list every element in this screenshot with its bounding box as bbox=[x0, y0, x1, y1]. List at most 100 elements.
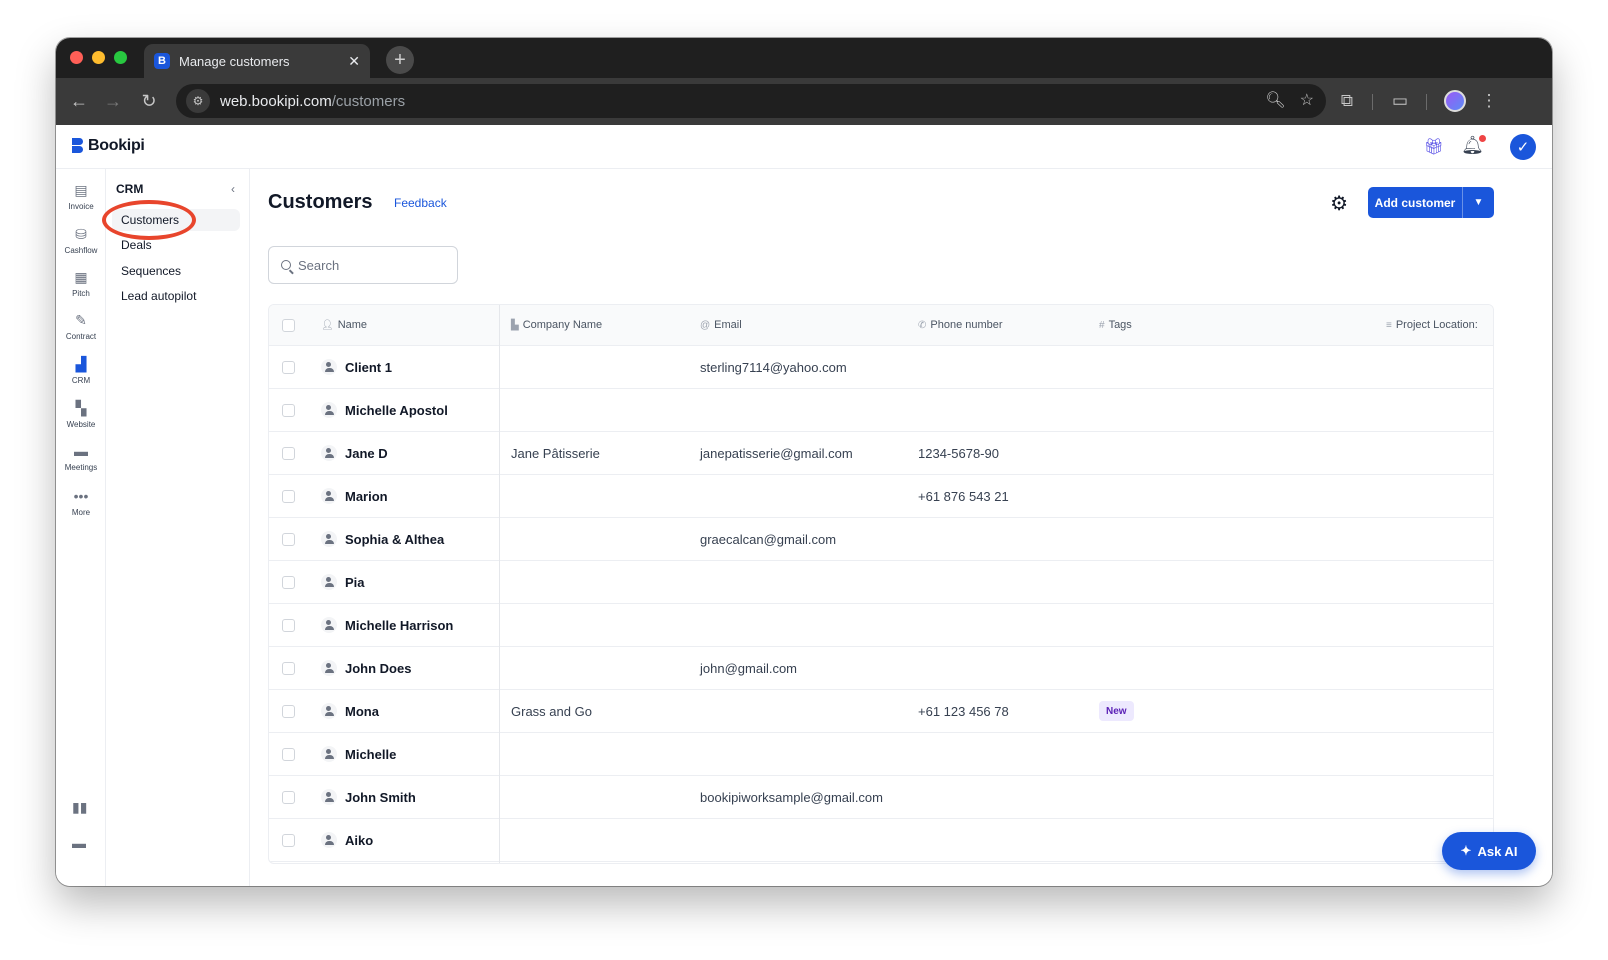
table-row[interactable]: Michelle bbox=[269, 733, 1493, 776]
collapse-chevron-left-icon[interactable]: ‹ bbox=[224, 180, 242, 198]
column-header-email[interactable]: @ Email bbox=[700, 319, 742, 331]
minimize-window-button[interactable] bbox=[92, 51, 105, 64]
row-checkbox[interactable] bbox=[282, 748, 295, 761]
gift-icon[interactable]: 🎁︎ bbox=[1424, 137, 1444, 157]
subnav-item-sequences[interactable]: Sequences bbox=[112, 260, 240, 282]
ask-ai-button[interactable]: ✦ Ask AI bbox=[1442, 832, 1536, 870]
new-tab-button[interactable]: + bbox=[386, 46, 414, 74]
table-row[interactable]: Aiko bbox=[269, 819, 1493, 862]
row-checkbox[interactable] bbox=[282, 834, 295, 847]
bookipi-favicon-icon: B bbox=[154, 53, 170, 69]
row-checkbox[interactable] bbox=[282, 361, 295, 374]
subnav-item-customers[interactable]: Customers bbox=[112, 209, 240, 231]
email: graecalcan@gmail.com bbox=[700, 532, 837, 547]
row-checkbox[interactable] bbox=[282, 619, 295, 632]
add-customer-label: Add customer bbox=[1374, 195, 1456, 210]
chevron-down-icon[interactable]: ▼ bbox=[1463, 197, 1494, 208]
sticky-column-divider[interactable] bbox=[499, 305, 500, 863]
table-row[interactable]: Pia bbox=[269, 561, 1493, 604]
reading-mode-icon[interactable]: ▭ bbox=[1389, 90, 1411, 112]
subnav-item-deals[interactable]: Deals bbox=[112, 234, 240, 256]
table-row[interactable]: Mona Grass and Go +61 123 456 78 New bbox=[269, 690, 1493, 733]
column-label: Name bbox=[337, 319, 368, 331]
rail-item-pitch[interactable]: ▦ Pitch bbox=[56, 268, 106, 299]
customer-name[interactable]: Michelle Apostol bbox=[345, 403, 448, 418]
rail-label: Invoice bbox=[68, 202, 94, 211]
customer-name[interactable]: Marion bbox=[345, 489, 388, 504]
table-row[interactable]: Jane D Jane Pâtisserie janepatisserie@gm… bbox=[269, 432, 1493, 475]
table-row[interactable]: John Smith bookipiworksample@gmail.com bbox=[269, 776, 1493, 819]
customer-name[interactable]: Sophia & Althea bbox=[345, 532, 444, 547]
browser-tab[interactable]: B Manage customers ✕ bbox=[144, 44, 370, 78]
rail-label: Website bbox=[66, 420, 96, 429]
rail-item-invoice[interactable]: ▤ Invoice bbox=[56, 181, 106, 212]
rail-item-contract[interactable]: ✎ Contract bbox=[56, 311, 106, 342]
browser-menu-icon[interactable]: ⋮ bbox=[1478, 90, 1500, 112]
column-header-company[interactable]: ▙ Company Name bbox=[511, 319, 602, 331]
table-row[interactable]: Michelle Apostol bbox=[269, 389, 1493, 432]
feedback-link[interactable]: Feedback bbox=[394, 196, 447, 210]
person-icon bbox=[321, 574, 337, 590]
person-icon bbox=[321, 488, 337, 504]
tag-badge[interactable]: New bbox=[1099, 701, 1134, 721]
reports-icon[interactable]: ▮▮ bbox=[72, 799, 87, 816]
tab-close-icon[interactable]: ✕ bbox=[348, 53, 360, 70]
column-header-name[interactable]: 👤︎ Name bbox=[321, 319, 367, 331]
profile-avatar-icon[interactable] bbox=[1444, 90, 1466, 112]
table-row[interactable]: Sophia & Althea graecalcan@gmail.com bbox=[269, 518, 1493, 561]
customer-name[interactable]: Michelle Harrison bbox=[345, 618, 453, 633]
customer-name[interactable]: John Smith bbox=[345, 790, 416, 805]
row-checkbox[interactable] bbox=[282, 533, 295, 546]
row-checkbox[interactable] bbox=[282, 490, 295, 503]
row-checkbox[interactable] bbox=[282, 576, 295, 589]
back-arrow-icon[interactable]: ← bbox=[68, 90, 90, 112]
row-checkbox[interactable] bbox=[282, 447, 295, 460]
column-header-phone[interactable]: ✆ Phone number bbox=[918, 319, 1003, 331]
app-root: Bookipi 🎁︎ 🔔︎ ✓ ▤ Invoice ⛁ Cashflow ▦ P… bbox=[56, 125, 1552, 886]
rail-item-more[interactable]: ••• More bbox=[56, 487, 106, 517]
column-header-project-location[interactable]: ≡ Project Location: bbox=[1386, 319, 1478, 331]
select-all-checkbox[interactable] bbox=[282, 319, 295, 332]
gear-icon[interactable]: ⚙ bbox=[1330, 191, 1348, 216]
customer-name[interactable]: Client 1 bbox=[345, 360, 392, 375]
row-checkbox[interactable] bbox=[282, 791, 295, 804]
customer-name[interactable]: Pia bbox=[345, 575, 365, 590]
rail-item-cashflow[interactable]: ⛁ Cashflow bbox=[56, 225, 106, 256]
close-window-button[interactable] bbox=[70, 51, 83, 64]
customer-name[interactable]: Michelle bbox=[345, 747, 396, 762]
phone: +61 876 543 21 bbox=[918, 489, 1009, 504]
customer-name[interactable]: John Does bbox=[345, 661, 411, 676]
email: sterling7114@yahoo.com bbox=[700, 360, 847, 375]
user-avatar[interactable]: ✓ bbox=[1510, 134, 1536, 160]
rail-item-meetings[interactable]: ▬ Meetings bbox=[56, 442, 106, 472]
customer-name[interactable]: Jane D bbox=[345, 446, 388, 461]
row-checkbox[interactable] bbox=[282, 705, 295, 718]
bookmark-star-icon[interactable]: ☆ bbox=[1300, 90, 1314, 110]
site-info-icon[interactable]: ⚙ bbox=[186, 89, 210, 113]
row-checkbox[interactable] bbox=[282, 404, 295, 417]
search-box[interactable] bbox=[268, 246, 458, 284]
extensions-icon[interactable]: ⧉ bbox=[1336, 90, 1358, 112]
table-row[interactable]: Marion +61 876 543 21 bbox=[269, 475, 1493, 518]
search-input[interactable] bbox=[298, 257, 438, 273]
rail-item-website[interactable]: ▚ Website bbox=[56, 399, 106, 430]
customer-name[interactable]: Mona bbox=[345, 704, 379, 719]
table-row[interactable]: Michelle Harrison bbox=[269, 604, 1493, 647]
zoom-icon[interactable]: 🔍︎ bbox=[1265, 90, 1285, 110]
rail-item-crm[interactable]: ▟ CRM bbox=[56, 355, 106, 386]
forward-arrow-icon[interactable]: → bbox=[102, 90, 124, 112]
add-customer-button[interactable]: Add customer ▼ bbox=[1368, 187, 1494, 218]
ask-ai-label: Ask AI bbox=[1477, 843, 1518, 859]
subnav-item-lead-autopilot[interactable]: Lead autopilot bbox=[112, 285, 240, 307]
customer-name[interactable]: Aiko bbox=[345, 833, 373, 848]
maximize-window-button[interactable] bbox=[114, 51, 127, 64]
address-bar[interactable]: ⚙ web.bookipi.com/customers 🔍︎ ☆ bbox=[176, 84, 1326, 118]
reload-icon[interactable]: ↻ bbox=[138, 90, 160, 112]
table-row[interactable]: Client 1 sterling7114@yahoo.com bbox=[269, 346, 1493, 389]
bookipi-logo[interactable]: Bookipi bbox=[72, 137, 145, 155]
row-checkbox[interactable] bbox=[282, 662, 295, 675]
column-header-tags[interactable]: # Tags bbox=[1099, 319, 1132, 331]
table-row[interactable]: John Does john@gmail.com bbox=[269, 647, 1493, 690]
brand-name: Bookipi bbox=[88, 137, 145, 154]
bank-icon[interactable]: ▬ bbox=[72, 835, 86, 851]
